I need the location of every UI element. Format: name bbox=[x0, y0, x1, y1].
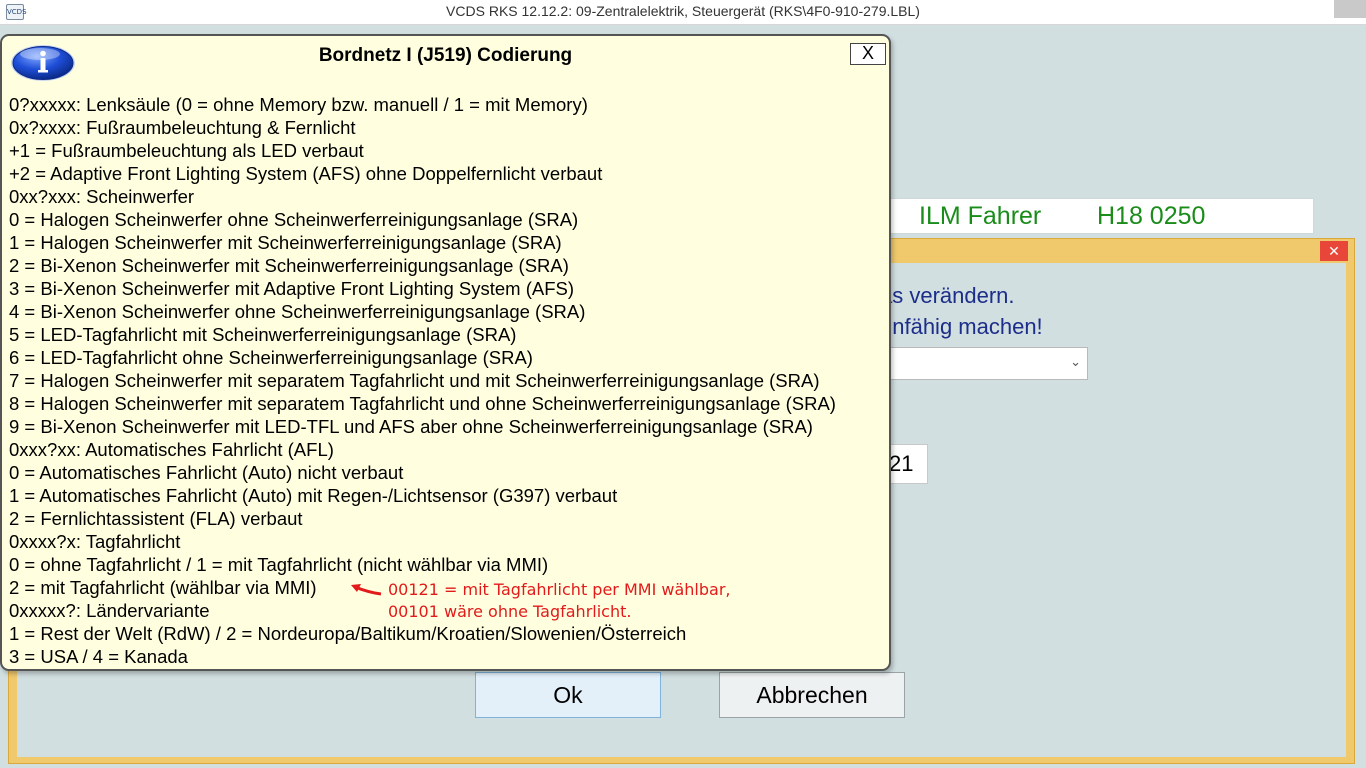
desc-line: 0xxx?xx: Automatisches Fahrlicht (AFL) bbox=[9, 439, 334, 460]
warning-text-line2: unfähig machen! bbox=[880, 314, 1043, 339]
desc-line: 0 = Automatisches Fahrlicht (Auto) nicht… bbox=[9, 462, 404, 483]
desc-line: 7 = Halogen Scheinwerfer mit separatem T… bbox=[9, 370, 820, 391]
coding-dialog-close-button[interactable]: ✕ bbox=[1320, 241, 1348, 261]
window-title: VCDS RKS 12.12.2: 09-Zentralelektrik, St… bbox=[446, 3, 920, 19]
ilm-code: H18 0250 bbox=[1097, 202, 1206, 230]
desc-line: 1 = Halogen Scheinwerfer mit Scheinwerfe… bbox=[9, 232, 562, 253]
desc-line: 3 = USA / 4 = Kanada bbox=[9, 646, 188, 667]
desc-line: 0xxxx?x: Tagfahrlicht bbox=[9, 531, 181, 552]
chevron-down-icon: ⌄ bbox=[1070, 354, 1081, 369]
ok-button[interactable]: Ok bbox=[475, 672, 661, 718]
ilm-label: ILM Fahrer bbox=[919, 202, 1042, 230]
desc-line: 0xx?xxx: Scheinwerfer bbox=[9, 186, 195, 207]
coding-select[interactable]: ⌄ bbox=[880, 347, 1088, 380]
desc-line: 2 = Bi-Xenon Scheinwerfer mit Scheinwerf… bbox=[9, 255, 569, 276]
desc-line: 4 = Bi-Xenon Scheinwerfer ohne Scheinwer… bbox=[9, 301, 586, 322]
desc-line: 9 = Bi-Xenon Scheinwerfer mit LED-TFL un… bbox=[9, 416, 813, 437]
window-close-button[interactable] bbox=[1334, 0, 1366, 18]
popup-title: Bordnetz I (J519) Codierung bbox=[318, 45, 573, 66]
desc-line: 0x?xxxx: Fußraumbeleuchtung & Fernlicht bbox=[9, 117, 356, 138]
desc-line: +2 = Adaptive Front Lighting System (AFS… bbox=[9, 163, 603, 184]
desc-line: +1 = Fußraumbeleuchtung als LED verbaut bbox=[9, 140, 364, 161]
desc-line: 2 = Fernlichtassistent (FLA) verbaut bbox=[9, 508, 303, 529]
desc-line: 6 = LED-Tagfahrlicht ohne Scheinwerferre… bbox=[9, 347, 533, 368]
desc-line: 1 = Automatisches Fahrlicht (Auto) mit R… bbox=[9, 485, 618, 506]
annotation-line1: 00121 = mit Tagfahrlicht per MMI wählbar… bbox=[388, 580, 731, 599]
desc-line: 0 = Halogen Scheinwerfer ohne Scheinwerf… bbox=[9, 209, 579, 230]
desc-line: 0?xxxxx: Lenksäule (0 = ohne Memory bzw.… bbox=[9, 94, 588, 115]
cancel-button[interactable]: Abbrechen bbox=[719, 672, 905, 718]
info-popup: Bordnetz I (J519) Codierung X 0?xxxxx: L… bbox=[0, 34, 891, 671]
desc-line: 8 = Halogen Scheinwerfer mit separatem T… bbox=[9, 393, 836, 414]
desc-line: 1 = Rest der Welt (RdW) / 2 = Nordeuropa… bbox=[9, 623, 687, 644]
annotation-arrow-icon bbox=[351, 584, 382, 596]
desc-line: 5 = LED-Tagfahrlicht mit Scheinwerferrei… bbox=[9, 324, 517, 345]
annotation-line2: 00101 wäre ohne Tagfahrlicht. bbox=[388, 602, 632, 621]
annotation-note: 00121 = mit Tagfahrlicht per MMI wählbar… bbox=[388, 579, 730, 623]
popup-close-button[interactable]: X bbox=[850, 43, 886, 65]
warning-text-line1: as verändern. bbox=[880, 283, 1015, 308]
ilm-info-strip: ILM Fahrer H18 0250 bbox=[880, 198, 1314, 234]
desc-line: 3 = Bi-Xenon Scheinwerfer mit Adaptive F… bbox=[9, 278, 575, 299]
window-titlebar: VCDS VCDS RKS 12.12.2: 09-Zentralelektri… bbox=[0, 0, 1366, 25]
desc-line: 0 = ohne Tagfahrlicht / 1 = mit Tagfahrl… bbox=[9, 554, 549, 575]
